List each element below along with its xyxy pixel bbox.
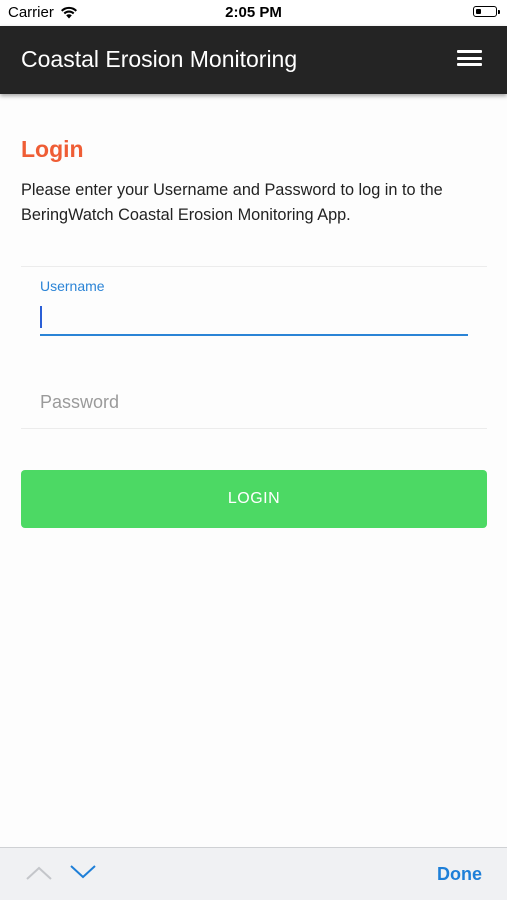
text-caret <box>40 306 42 328</box>
app-header: Coastal Erosion Monitoring <box>0 26 507 94</box>
username-label: Username <box>40 278 105 294</box>
status-bar: Carrier 2:05 PM <box>0 0 507 26</box>
form-divider-bottom <box>21 428 487 429</box>
status-time: 2:05 PM <box>225 4 282 21</box>
password-input[interactable] <box>40 384 468 420</box>
login-screen: Carrier 2:05 PM Coastal Erosion Monitori… <box>0 0 507 900</box>
battery-icon <box>473 6 500 17</box>
chevron-up-icon[interactable] <box>26 864 52 880</box>
menu-bar-top <box>457 50 482 53</box>
form-divider-top <box>21 266 487 267</box>
done-button[interactable]: Done <box>437 864 482 885</box>
login-button[interactable]: LOGIN <box>21 470 487 528</box>
hamburger-menu-icon[interactable] <box>457 50 483 70</box>
battery-level <box>475 8 481 14</box>
login-description: Please enter your Username and Password … <box>21 181 443 224</box>
chevron-down-icon[interactable] <box>70 864 96 880</box>
menu-bar-bottom <box>457 63 482 66</box>
username-input[interactable] <box>40 300 468 336</box>
menu-bar-middle <box>457 56 482 60</box>
login-heading: Login <box>21 136 84 162</box>
keyboard-accessory-bar: Done <box>0 847 507 900</box>
app-title: Coastal Erosion Monitoring <box>21 46 298 72</box>
